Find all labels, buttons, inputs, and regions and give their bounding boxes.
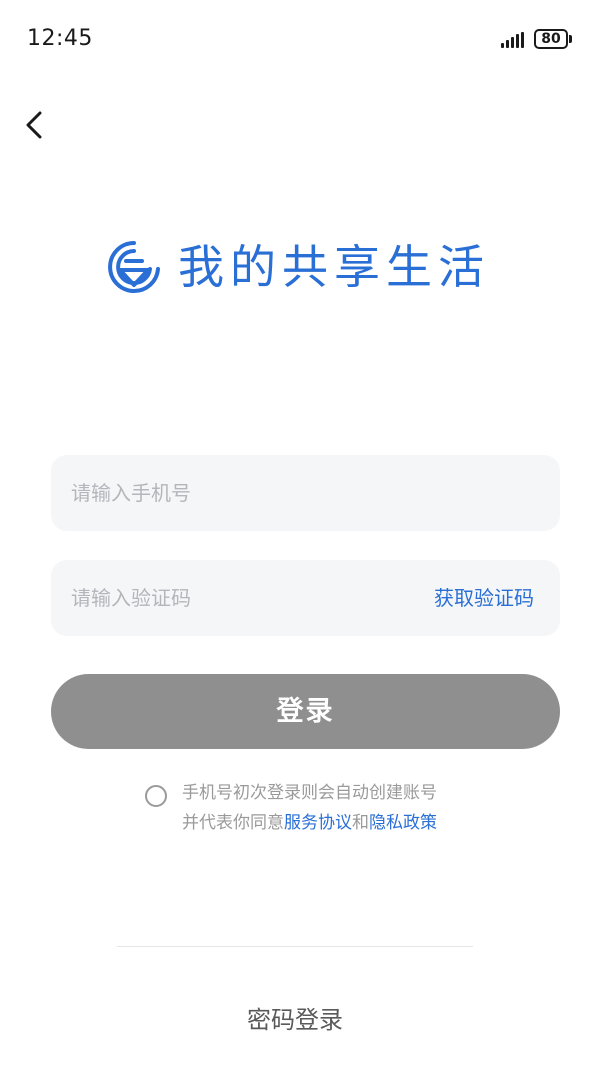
battery-level: 80	[541, 31, 561, 47]
agreement-prefix: 并代表你同意	[182, 813, 284, 833]
brand: 我的共享生活	[104, 235, 514, 301]
agreement-line-1: 手机号初次登录则会自动创建账号	[182, 783, 437, 803]
status-time: 12:45	[27, 26, 93, 51]
phone-field	[51, 455, 560, 531]
terms-of-service-link[interactable]: 服务协议	[284, 813, 352, 833]
signal-icon	[501, 32, 525, 48]
agreement-checkbox[interactable]	[145, 785, 167, 807]
phone-input[interactable]	[71, 455, 541, 531]
get-code-button[interactable]: 获取验证码	[434, 560, 534, 636]
status-bar: 12:45 80	[0, 0, 607, 80]
divider	[117, 946, 473, 947]
password-login-button[interactable]: 密码登录	[0, 1000, 590, 1035]
chevron-left-icon	[26, 111, 42, 139]
back-button[interactable]	[14, 105, 54, 145]
agreement-text: 手机号初次登录则会自动创建账号 并代表你同意服务协议和隐私政策	[182, 778, 437, 838]
brand-logo-icon	[108, 241, 160, 293]
privacy-policy-link[interactable]: 隐私政策	[369, 813, 437, 833]
verification-code-field: 获取验证码	[51, 560, 560, 636]
agreement-conjunction: 和	[352, 813, 369, 833]
verification-code-input[interactable]	[71, 560, 401, 636]
agreement-line-2: 并代表你同意服务协议和隐私政策	[182, 808, 437, 838]
battery-tip	[569, 35, 572, 43]
brand-name: 我的共享生活	[178, 240, 490, 294]
battery-icon: 80	[534, 29, 568, 49]
login-button[interactable]: 登录	[51, 674, 560, 749]
